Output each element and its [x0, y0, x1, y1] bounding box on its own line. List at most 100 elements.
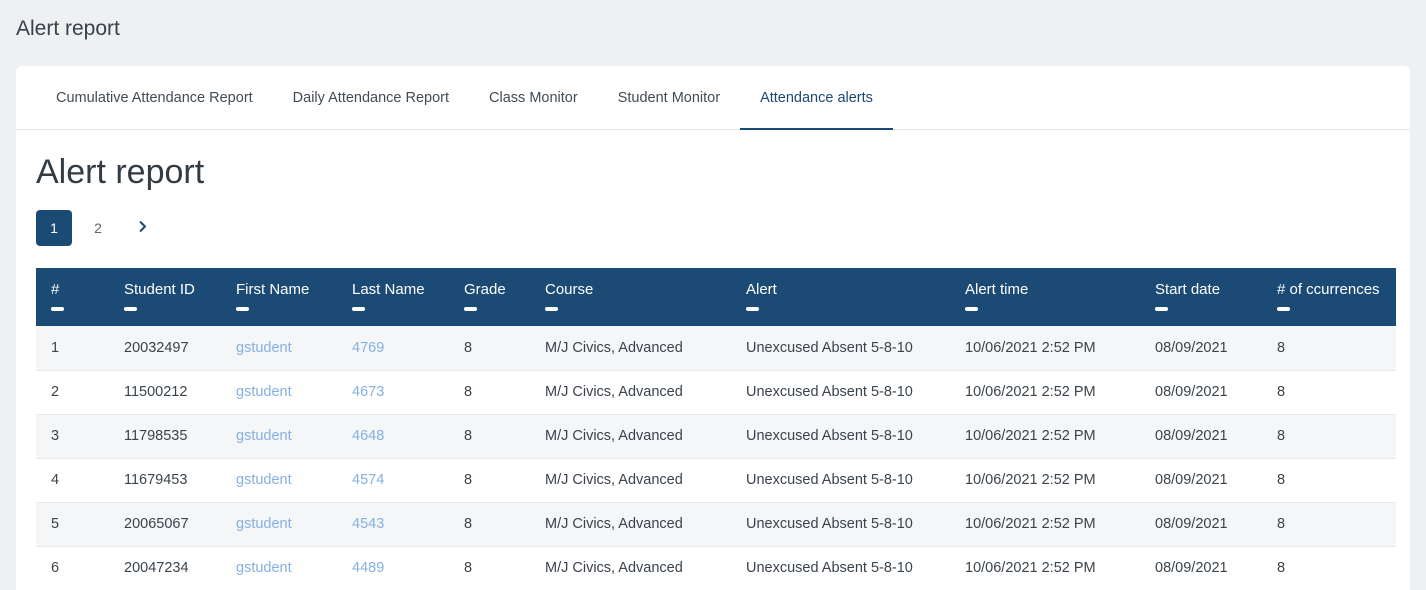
- column-header-number[interactable]: #: [36, 268, 109, 326]
- cell-course: M/J Civics, Advanced: [530, 458, 731, 502]
- cell-last-name: 4489: [337, 546, 449, 590]
- tab-student-monitor[interactable]: Student Monitor: [598, 66, 740, 129]
- tab-cumulative-attendance-report[interactable]: Cumulative Attendance Report: [36, 66, 273, 129]
- cell-alert-time: 10/06/2021 2:52 PM: [950, 458, 1140, 502]
- cell-alert-time: 10/06/2021 2:52 PM: [950, 326, 1140, 370]
- minus-dash-icon: [352, 307, 365, 311]
- column-header-grade[interactable]: Grade: [449, 268, 530, 326]
- cell-number: 2: [36, 370, 109, 414]
- cell-grade: 8: [449, 502, 530, 546]
- cell-alert-time: 10/06/2021 2:52 PM: [950, 546, 1140, 590]
- chevron-right-icon: [135, 219, 150, 237]
- cell-occurrences: 8: [1262, 546, 1396, 590]
- cell-first-name: gstudent: [221, 326, 337, 370]
- report-heading: Alert report: [36, 152, 1390, 192]
- minus-dash-icon: [1277, 307, 1290, 311]
- column-header-last-name[interactable]: Last Name: [337, 268, 449, 326]
- cell-course: M/J Civics, Advanced: [530, 546, 731, 590]
- first-name-link[interactable]: gstudent: [236, 516, 292, 532]
- last-name-link[interactable]: 4543: [352, 516, 384, 532]
- cell-alert: Unexcused Absent 5-8-10: [731, 326, 950, 370]
- column-header-course[interactable]: Course: [530, 268, 731, 326]
- last-name-link[interactable]: 4489: [352, 560, 384, 576]
- cell-number: 6: [36, 546, 109, 590]
- cell-first-name: gstudent: [221, 502, 337, 546]
- cell-occurrences: 8: [1262, 458, 1396, 502]
- cell-start-date: 08/09/2021: [1140, 546, 1262, 590]
- cell-number: 3: [36, 414, 109, 458]
- tab-attendance-alerts[interactable]: Attendance alerts: [740, 66, 893, 129]
- minus-dash-icon: [746, 307, 759, 311]
- column-header-occurrences[interactable]: # of ccurrences: [1262, 268, 1396, 326]
- first-name-link[interactable]: gstudent: [236, 340, 292, 356]
- first-name-link[interactable]: gstudent: [236, 560, 292, 576]
- cell-occurrences: 8: [1262, 414, 1396, 458]
- cell-alert-time: 10/06/2021 2:52 PM: [950, 502, 1140, 546]
- page-title: Alert report: [16, 15, 1402, 43]
- minus-dash-icon: [124, 307, 137, 311]
- cell-first-name: gstudent: [221, 458, 337, 502]
- cell-occurrences: 8: [1262, 326, 1396, 370]
- first-name-link[interactable]: gstudent: [236, 384, 292, 400]
- last-name-link[interactable]: 4648: [352, 428, 384, 444]
- last-name-link[interactable]: 4574: [352, 472, 384, 488]
- minus-dash-icon: [51, 307, 64, 311]
- cell-first-name: gstudent: [221, 370, 337, 414]
- column-header-first-name[interactable]: First Name: [221, 268, 337, 326]
- cell-alert-time: 10/06/2021 2:52 PM: [950, 370, 1140, 414]
- column-header-start-date[interactable]: Start date: [1140, 268, 1262, 326]
- table-row: 5 20065067 gstudent 4543 8 M/J Civics, A…: [36, 502, 1396, 546]
- cell-number: 5: [36, 502, 109, 546]
- cell-start-date: 08/09/2021: [1140, 370, 1262, 414]
- cell-student-id: 11798535: [109, 414, 221, 458]
- cell-occurrences: 8: [1262, 370, 1396, 414]
- table-header-row: # Student ID First Name Last Name Grade …: [36, 268, 1396, 326]
- minus-dash-icon: [1155, 307, 1168, 311]
- alerts-table-container: # Student ID First Name Last Name Grade …: [36, 268, 1390, 590]
- next-page-button[interactable]: [124, 210, 160, 246]
- cell-grade: 8: [449, 458, 530, 502]
- cell-grade: 8: [449, 546, 530, 590]
- last-name-link[interactable]: 4769: [352, 340, 384, 356]
- cell-start-date: 08/09/2021: [1140, 502, 1262, 546]
- page-header: Alert report: [0, 0, 1426, 66]
- cell-alert: Unexcused Absent 5-8-10: [731, 458, 950, 502]
- cell-grade: 8: [449, 370, 530, 414]
- report-card: Cumulative Attendance Report Daily Atten…: [16, 66, 1410, 590]
- cell-number: 1: [36, 326, 109, 370]
- cell-course: M/J Civics, Advanced: [530, 414, 731, 458]
- cell-course: M/J Civics, Advanced: [530, 370, 731, 414]
- column-header-student-id[interactable]: Student ID: [109, 268, 221, 326]
- minus-dash-icon: [464, 307, 477, 311]
- cell-first-name: gstudent: [221, 546, 337, 590]
- tab-class-monitor[interactable]: Class Monitor: [469, 66, 598, 129]
- cell-first-name: gstudent: [221, 414, 337, 458]
- page-button-2[interactable]: 2: [80, 210, 116, 246]
- table-row: 2 11500212 gstudent 4673 8 M/J Civics, A…: [36, 370, 1396, 414]
- minus-dash-icon: [236, 307, 249, 311]
- page-button-1[interactable]: 1: [36, 210, 72, 246]
- cell-alert-time: 10/06/2021 2:52 PM: [950, 414, 1140, 458]
- cell-number: 4: [36, 458, 109, 502]
- table-row: 1 20032497 gstudent 4769 8 M/J Civics, A…: [36, 326, 1396, 370]
- cell-start-date: 08/09/2021: [1140, 326, 1262, 370]
- cell-student-id: 20065067: [109, 502, 221, 546]
- cell-student-id: 20047234: [109, 546, 221, 590]
- column-header-alert-time[interactable]: Alert time: [950, 268, 1140, 326]
- cell-student-id: 11679453: [109, 458, 221, 502]
- first-name-link[interactable]: gstudent: [236, 428, 292, 444]
- cell-occurrences: 8: [1262, 502, 1396, 546]
- table-row: 3 11798535 gstudent 4648 8 M/J Civics, A…: [36, 414, 1396, 458]
- cell-grade: 8: [449, 414, 530, 458]
- minus-dash-icon: [965, 307, 978, 311]
- cell-grade: 8: [449, 326, 530, 370]
- table-row: 4 11679453 gstudent 4574 8 M/J Civics, A…: [36, 458, 1396, 502]
- cell-alert: Unexcused Absent 5-8-10: [731, 370, 950, 414]
- cell-student-id: 11500212: [109, 370, 221, 414]
- alerts-table: # Student ID First Name Last Name Grade …: [36, 268, 1396, 590]
- tab-daily-attendance-report[interactable]: Daily Attendance Report: [273, 66, 469, 129]
- first-name-link[interactable]: gstudent: [236, 472, 292, 488]
- last-name-link[interactable]: 4673: [352, 384, 384, 400]
- column-header-alert[interactable]: Alert: [731, 268, 950, 326]
- cell-student-id: 20032497: [109, 326, 221, 370]
